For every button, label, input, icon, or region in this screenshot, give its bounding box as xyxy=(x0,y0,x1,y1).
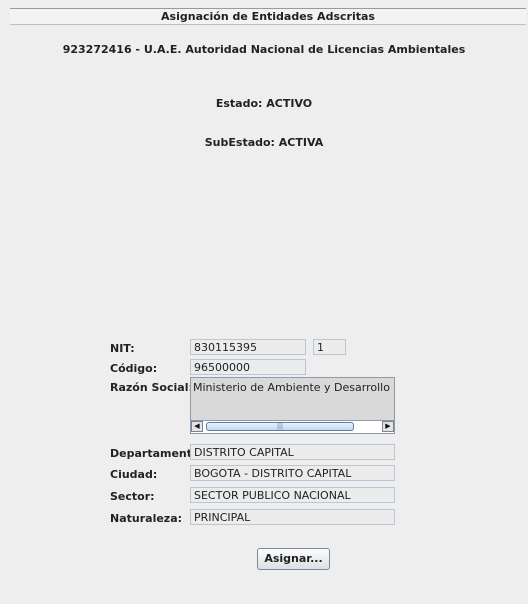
razon-social-label: Razón Social: xyxy=(110,381,193,394)
dialog-title: Asignación de Entidades Adscritas xyxy=(10,8,526,25)
dialog-panel: Asignación de Entidades Adscritas 923272… xyxy=(0,0,528,604)
ciudad-label: Ciudad: xyxy=(110,468,158,481)
departamento-field[interactable]: DISTRITO CAPITAL xyxy=(190,444,395,460)
horizontal-scrollbar[interactable]: ◀ ||| ▶ xyxy=(191,420,394,433)
naturaleza-label: Naturaleza: xyxy=(110,512,183,525)
estado-text: Estado: ACTIVO xyxy=(215,97,313,110)
nit-label: NIT: xyxy=(110,342,135,355)
ciudad-field[interactable]: BOGOTA - DISTRITO CAPITAL xyxy=(190,465,395,481)
scroll-left-icon[interactable]: ◀ xyxy=(191,421,203,432)
nit-field[interactable]: 830115395 xyxy=(190,339,306,355)
scroll-right-icon[interactable]: ▶ xyxy=(382,421,394,432)
sector-field[interactable]: SECTOR PUBLICO NACIONAL xyxy=(190,487,395,503)
nit-dv-field[interactable]: 1 xyxy=(313,339,346,355)
subestado-text: SubEstado: ACTIVA xyxy=(204,136,324,149)
codigo-label: Código: xyxy=(110,362,158,375)
naturaleza-field[interactable]: PRINCIPAL xyxy=(190,509,395,525)
entity-title: 923272416 - U.A.E. Autoridad Nacional de… xyxy=(62,43,466,56)
razon-social-value: Ministerio de Ambiente y Desarrollo Sost… xyxy=(193,381,394,394)
codigo-field[interactable]: 96500000 xyxy=(190,359,306,375)
sector-label: Sector: xyxy=(110,490,155,503)
razon-social-textarea[interactable]: Ministerio de Ambiente y Desarrollo Sost… xyxy=(190,377,395,434)
scroll-thumb[interactable]: ||| xyxy=(206,422,354,431)
assign-button[interactable]: Asignar... xyxy=(257,548,330,570)
